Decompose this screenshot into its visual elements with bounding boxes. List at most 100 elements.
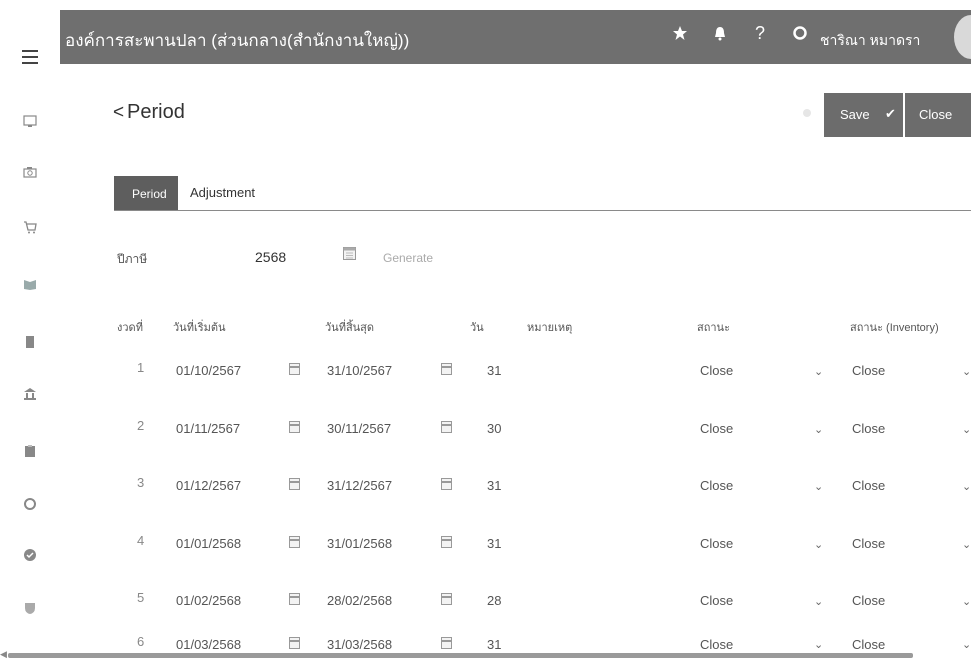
settings-icon[interactable]	[792, 25, 808, 46]
more-dot-button[interactable]	[803, 109, 811, 117]
bank-icon[interactable]	[23, 387, 37, 401]
shield-icon[interactable]	[23, 601, 37, 615]
end-date-input[interactable]: 31/12/2567	[327, 478, 392, 493]
status-select[interactable]: Close	[700, 478, 733, 493]
chevron-down-icon[interactable]: ⌄	[814, 638, 823, 651]
inventory-status-select[interactable]: Close	[852, 363, 885, 378]
monitor-icon[interactable]	[23, 114, 37, 128]
check-circle-icon[interactable]	[23, 548, 37, 562]
inventory-status-select[interactable]: Close	[852, 536, 885, 551]
start-date-input[interactable]: 01/12/2567	[176, 478, 241, 493]
column-header-days: วัน	[470, 322, 484, 334]
avatar[interactable]	[954, 15, 971, 59]
inventory-status-select[interactable]: Close	[852, 478, 885, 493]
calendar-icon[interactable]	[289, 478, 300, 490]
calendar-icon[interactable]	[289, 421, 300, 433]
start-date-input[interactable]: 01/02/2568	[176, 593, 241, 608]
period-number: 2	[137, 418, 145, 433]
horizontal-scrollbar[interactable]: ◀	[0, 649, 971, 660]
organization-name[interactable]: องค์การสะพานปลา (ส่วนกลาง(สำนักงานใหญ่))	[65, 27, 409, 54]
days-value: 31	[487, 478, 502, 493]
days-value: 31	[487, 363, 502, 378]
end-date-input[interactable]: 30/11/2567	[327, 421, 391, 436]
tab-divider	[114, 210, 971, 211]
hamburger-menu-icon[interactable]	[22, 50, 38, 64]
period-number: 5	[137, 590, 145, 605]
tab-adjustment[interactable]: Adjustment	[190, 185, 255, 200]
calendar-icon[interactable]	[289, 593, 300, 605]
user-name[interactable]: ชาริณา หมาดรา	[820, 30, 920, 52]
column-header-inventory-status: สถานะ (Inventory)	[850, 322, 939, 334]
sidebar	[0, 0, 60, 659]
generate-button[interactable]: Generate	[383, 251, 433, 265]
save-check-icon: ✔	[885, 106, 896, 121]
chevron-down-icon[interactable]: ⌄	[814, 480, 823, 493]
book-icon[interactable]	[23, 277, 37, 291]
column-header-start-date: วันที่เริ่มต้น	[173, 322, 226, 334]
end-date-input[interactable]: 31/10/2567	[327, 363, 392, 378]
calendar-icon[interactable]	[441, 363, 452, 375]
days-value: 30	[487, 421, 502, 436]
calendar-icon[interactable]	[289, 536, 300, 548]
close-button-label: Close	[919, 107, 953, 122]
end-date-input[interactable]: 31/01/2568	[327, 536, 392, 551]
chevron-down-icon[interactable]: ⌄	[962, 538, 971, 551]
camera-icon[interactable]	[23, 165, 37, 179]
start-date-input[interactable]: 01/01/2568	[176, 536, 241, 551]
calendar-icon[interactable]	[441, 478, 452, 490]
inventory-status-select[interactable]: Close	[852, 593, 885, 608]
calendar-icon[interactable]	[441, 536, 452, 548]
chevron-down-icon[interactable]: ⌄	[814, 538, 823, 551]
end-date-input[interactable]: 28/02/2568	[327, 593, 392, 608]
clipboard-icon[interactable]	[23, 444, 37, 458]
calendar-icon[interactable]	[441, 637, 452, 649]
status-select[interactable]: Close	[700, 593, 733, 608]
inventory-status-select[interactable]: Close	[852, 637, 885, 652]
start-date-input[interactable]: 01/03/2568	[176, 637, 241, 652]
help-icon[interactable]: ?	[755, 23, 765, 44]
back-icon[interactable]: <	[113, 102, 124, 124]
inventory-status-select[interactable]: Close	[852, 421, 885, 436]
calendar-icon[interactable]	[441, 593, 452, 605]
status-select[interactable]: Close	[700, 363, 733, 378]
calendar-icon[interactable]	[441, 421, 452, 433]
column-header-no: งวดที่	[117, 322, 143, 334]
calendar-icon[interactable]	[289, 637, 300, 649]
fiscal-year-label: ปีภาษี	[117, 252, 148, 266]
close-button[interactable]: Close	[905, 93, 971, 137]
chevron-down-icon[interactable]: ⌄	[962, 595, 971, 608]
page-title: Period	[127, 101, 185, 123]
column-header-status: สถานะ	[697, 322, 730, 334]
save-button[interactable]: Save ✔	[824, 93, 903, 137]
cycle-icon[interactable]	[23, 497, 37, 511]
tab-period-label: Period	[132, 187, 167, 201]
chevron-down-icon[interactable]: ⌄	[962, 423, 971, 436]
days-value: 31	[487, 536, 502, 551]
scrollbar-thumb[interactable]	[8, 653, 913, 658]
cart-icon[interactable]	[23, 220, 37, 234]
status-select[interactable]: Close	[700, 536, 733, 551]
chevron-down-icon[interactable]: ⌄	[814, 595, 823, 608]
chevron-down-icon[interactable]: ⌄	[962, 638, 971, 651]
period-number: 6	[137, 634, 145, 649]
chevron-down-icon[interactable]: ⌄	[814, 365, 823, 378]
document-icon[interactable]	[23, 335, 37, 349]
top-bar: องค์การสะพานปลา (ส่วนกลาง(สำนักงานใหญ่))…	[60, 10, 971, 64]
calendar-icon[interactable]	[289, 363, 300, 375]
bell-icon[interactable]	[713, 25, 727, 46]
status-select[interactable]: Close	[700, 637, 733, 652]
chevron-down-icon[interactable]: ⌄	[814, 423, 823, 436]
start-date-input[interactable]: 01/10/2567	[176, 363, 241, 378]
tab-period[interactable]: Period	[114, 176, 178, 210]
end-date-input[interactable]: 31/03/2568	[327, 637, 392, 652]
start-date-input[interactable]: 01/11/2567	[176, 421, 240, 436]
period-number: 1	[137, 360, 145, 375]
status-select[interactable]: Close	[700, 421, 733, 436]
calendar-icon[interactable]	[343, 246, 356, 260]
fiscal-year-input[interactable]: 2568	[255, 249, 286, 265]
days-value: 31	[487, 637, 502, 652]
chevron-down-icon[interactable]: ⌄	[962, 365, 971, 378]
chevron-down-icon[interactable]: ⌄	[962, 480, 971, 493]
scroll-left-icon[interactable]: ◀	[0, 649, 7, 660]
star-icon[interactable]	[672, 25, 688, 46]
